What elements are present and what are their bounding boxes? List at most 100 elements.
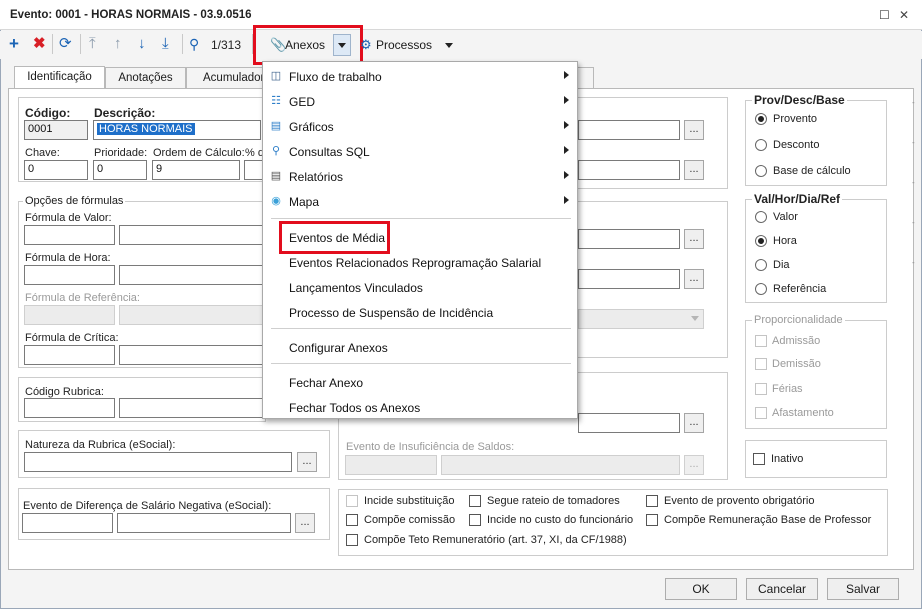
valor-label: Valor: [773, 211, 798, 223]
menu-item-consultas-sql[interactable]: ⚲ Consultas SQL: [263, 139, 577, 163]
incide-custo-checkbox[interactable]: [469, 514, 481, 526]
middle-field-2[interactable]: [578, 160, 680, 180]
codigo-rubrica-code[interactable]: [24, 398, 115, 418]
menu-item-processo-suspensao[interactable]: Processo de Suspensão de Incidência: [263, 300, 577, 324]
prioridade-input[interactable]: 0: [93, 160, 147, 180]
chevron-down-icon: [445, 43, 453, 48]
teto-remuneratorio-checkbox[interactable]: [346, 534, 358, 546]
chave-input[interactable]: 0: [24, 160, 88, 180]
menu-item-fechar-anexo[interactable]: Fechar Anexo: [263, 370, 577, 394]
menu-separator: [271, 218, 571, 219]
natureza-rubrica-input[interactable]: [24, 452, 292, 472]
tab-anotacoes[interactable]: Anotações: [105, 67, 186, 89]
last-record-icon[interactable]: ⤓: [162, 36, 169, 52]
incide-substituicao-label: Incide substituição: [364, 495, 455, 507]
delete-icon[interactable]: ✖: [33, 36, 46, 52]
menu-item-fechar-todos[interactable]: Fechar Todos os Anexos: [263, 395, 577, 419]
radio-base-calculo[interactable]: [755, 165, 767, 177]
proporcionalidade-title: Proporcionalidade: [752, 314, 845, 326]
menu-item-ged[interactable]: ☷ GED: [263, 89, 577, 113]
menu-item-graficos[interactable]: ▤ Gráficos: [263, 114, 577, 138]
tab-identificacao[interactable]: Identificação: [14, 66, 105, 90]
middle-field-4[interactable]: [578, 269, 680, 289]
afastamento-checkbox: [755, 407, 767, 419]
radio-hora[interactable]: [755, 235, 767, 247]
incide-custo-label: Incide no custo do funcionário: [487, 514, 634, 526]
provento-obrigatorio-checkbox[interactable]: [646, 495, 658, 507]
first-record-icon[interactable]: ⤒: [89, 36, 96, 52]
processos-label: Processos: [376, 38, 433, 52]
chevron-down-icon: [691, 316, 699, 321]
middle-field-5[interactable]: [578, 413, 680, 433]
next-record-icon[interactable]: ↓: [138, 36, 146, 52]
provento-label: Provento: [773, 113, 818, 125]
menu-item-lancamentos-vinculados[interactable]: Lançamentos Vinculados: [263, 275, 577, 299]
highlight-eventos-media: [279, 221, 390, 254]
ok-button[interactable]: OK: [665, 578, 737, 600]
ordem-calculo-input[interactable]: 9: [152, 160, 240, 180]
toolbar-separator: [52, 34, 53, 54]
referencia-label: Referência: [773, 283, 827, 295]
record-counter: 1/313: [211, 38, 242, 52]
middle-lookup-3[interactable]: ...: [684, 229, 704, 249]
evento-diferenca-desc[interactable]: [117, 513, 291, 533]
previous-record-icon[interactable]: ↑: [114, 36, 122, 52]
radio-provento[interactable]: [755, 113, 767, 125]
formulas-group-title: Opções de fórmulas: [23, 195, 126, 207]
menu-item-mapa[interactable]: ◉ Mapa: [263, 189, 577, 213]
codigo-input[interactable]: 0001: [24, 120, 88, 140]
refresh-icon[interactable]: ⟳: [59, 36, 72, 52]
formula-hora-code[interactable]: [24, 265, 115, 285]
segue-rateio-label: Segue rateio de tomadores: [487, 495, 620, 507]
processos-button[interactable]: ⚙ Processos: [360, 36, 460, 56]
evento-diferenca-code[interactable]: [22, 513, 113, 533]
window-title: Evento: 0001 - HORAS NORMAIS - 03.9.0516: [10, 9, 252, 21]
formula-hora-desc[interactable]: [119, 265, 266, 285]
formula-valor-code[interactable]: [24, 225, 115, 245]
radio-referencia[interactable]: [755, 283, 767, 295]
inativo-label: Inativo: [771, 453, 804, 465]
maximize-icon[interactable]: ☐: [879, 8, 890, 22]
chart-icon: ▤: [270, 120, 282, 132]
cancelar-button[interactable]: Cancelar: [746, 578, 818, 600]
middle-lookup-5[interactable]: ...: [684, 413, 704, 433]
hora-label: Hora: [773, 235, 797, 247]
formula-critica-code[interactable]: [24, 345, 115, 365]
segue-rateio-checkbox[interactable]: [469, 495, 481, 507]
middle-lookup-4[interactable]: ...: [684, 269, 704, 289]
prioridade-label: Prioridade:: [94, 147, 148, 159]
descricao-input[interactable]: HORAS NORMAIS: [93, 120, 261, 140]
evento-diferenca-label: Evento de Diferença de Salário Negativa …: [23, 500, 272, 512]
evento-diferenca-lookup-button[interactable]: ...: [295, 513, 315, 533]
radio-dia[interactable]: [755, 259, 767, 271]
radio-desconto[interactable]: [755, 139, 767, 151]
evento-insuficiencia-lookup: ...: [684, 455, 704, 475]
map-pin-icon: ◉: [271, 195, 281, 207]
middle-field-3[interactable]: [578, 229, 680, 249]
inativo-group: [745, 440, 887, 478]
natureza-lookup-button[interactable]: ...: [297, 452, 317, 472]
middle-lookup-2[interactable]: ...: [684, 160, 704, 180]
codigo-rubrica-desc[interactable]: [119, 398, 266, 418]
radio-valor[interactable]: [755, 211, 767, 223]
menu-item-fluxo-trabalho[interactable]: ◫ Fluxo de trabalho: [263, 64, 577, 88]
close-icon[interactable]: ✕: [899, 8, 909, 22]
formula-valor-desc[interactable]: [119, 225, 266, 245]
menu-item-relatorios[interactable]: ▤ Relatórios: [263, 164, 577, 188]
compoe-comissao-checkbox[interactable]: [346, 514, 358, 526]
middle-select: [578, 309, 704, 329]
middle-field-1[interactable]: [578, 120, 680, 140]
remuneracao-professor-checkbox[interactable]: [646, 514, 658, 526]
formula-hora-label: Fórmula de Hora:: [25, 252, 111, 264]
formula-critica-label: Fórmula de Crítica:: [25, 332, 119, 344]
inativo-checkbox[interactable]: [753, 453, 765, 465]
salvar-button[interactable]: Salvar: [827, 578, 899, 600]
formula-critica-desc[interactable]: [119, 345, 266, 365]
tab-acumulador[interactable]: Acumulador: [186, 67, 266, 89]
search-icon[interactable]: ⚲: [189, 36, 199, 52]
demissao-label: Demissão: [772, 358, 821, 370]
add-icon[interactable]: +: [9, 35, 19, 52]
middle-lookup-1[interactable]: ...: [684, 120, 704, 140]
menu-item-configurar-anexos[interactable]: Configurar Anexos: [263, 335, 577, 359]
tab-hidden[interactable]: [576, 67, 594, 89]
